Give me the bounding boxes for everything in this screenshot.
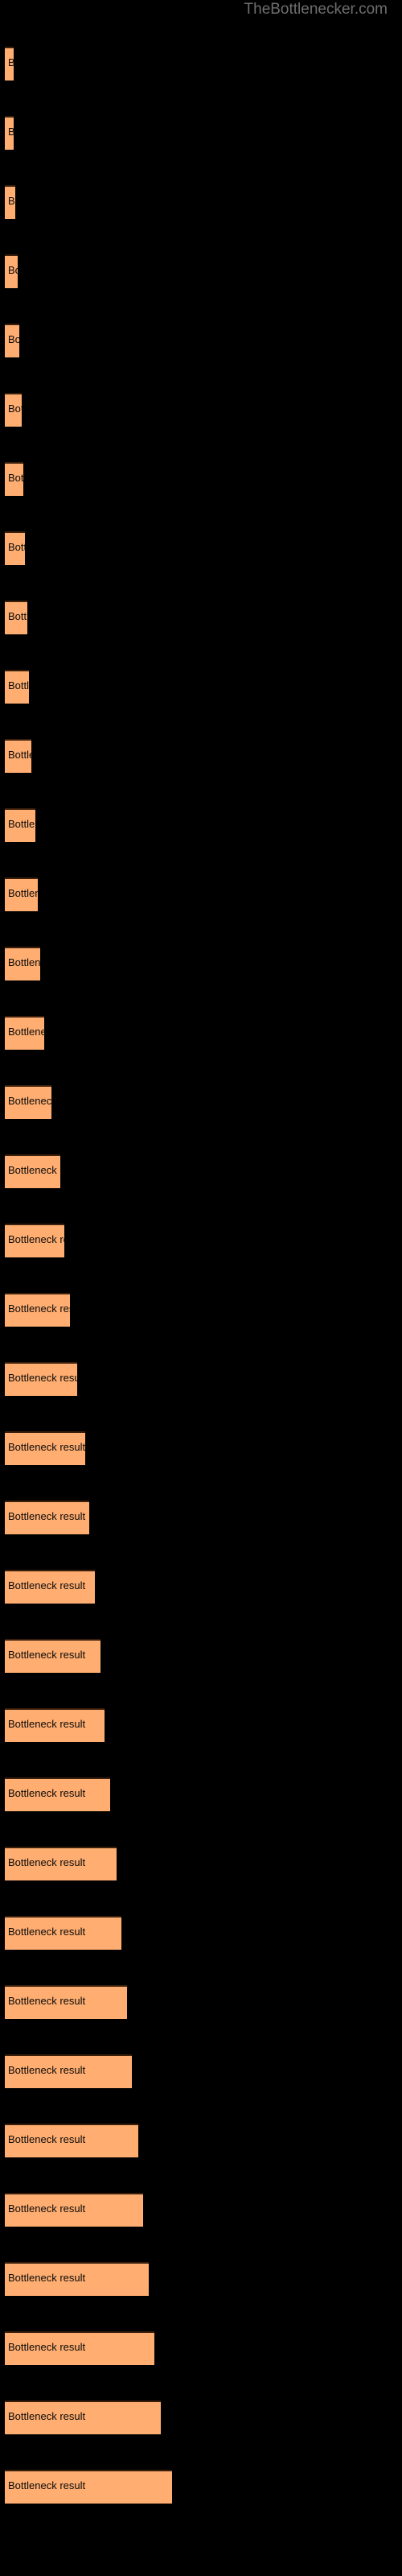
bar[interactable]: Bottleneck result xyxy=(5,1224,64,1257)
bar[interactable]: Bottleneck result xyxy=(5,462,23,496)
bar[interactable]: Bottleneck result xyxy=(5,1639,100,1673)
bar-label: Bottleneck result xyxy=(8,2410,86,2422)
bar-label: Bottleneck result xyxy=(8,125,14,139)
bar[interactable]: Bottleneck result xyxy=(5,1016,44,1050)
bar-label: Bottleneck result xyxy=(8,2479,86,2491)
bar-label: Bottleneck result xyxy=(8,956,40,968)
bar-label: Bottleneck result xyxy=(8,1233,64,1245)
bar-label: Bottleneck result xyxy=(8,1579,86,1591)
bar[interactable]: Bottleneck result xyxy=(5,47,14,80)
bar-label: Bottleneck result xyxy=(8,333,19,345)
bar[interactable]: Bottleneck result xyxy=(5,2262,149,2296)
bar-label: Bottleneck result xyxy=(8,195,15,207)
bar-label: Bottleneck result xyxy=(8,2133,86,2145)
bar[interactable]: Bottleneck result xyxy=(5,531,25,565)
bar[interactable]: Bottleneck result xyxy=(5,1570,95,1604)
bar[interactable]: Bottleneck result xyxy=(5,1985,127,2019)
bar[interactable]: Bottleneck result xyxy=(5,1916,121,1950)
bar-label: Bottleneck result xyxy=(8,2341,86,2353)
bar[interactable]: Bottleneck result xyxy=(5,393,22,427)
bar-series-container: Bottleneck result Bottleneck result Bottle… xyxy=(0,0,402,2576)
bar-label: Bottleneck result xyxy=(8,1510,86,1522)
bar-label: Bottleneck result xyxy=(8,1995,86,2007)
bar-label: Bottleneck result xyxy=(8,1787,86,1799)
bar[interactable]: Bottleneck result xyxy=(5,185,15,219)
bar-label: Bottleneck result xyxy=(8,2202,86,2215)
bar-label: Bottleneck result xyxy=(8,1372,77,1384)
bar-label: Bottleneck result xyxy=(8,472,23,484)
bar-label: Bottleneck result xyxy=(8,1856,86,1868)
bar-label: Bottleneck result xyxy=(8,887,38,899)
bar-label: Bottleneck result xyxy=(8,749,31,761)
bar[interactable]: Bottleneck result xyxy=(5,1431,85,1465)
bar[interactable]: Bottleneck result xyxy=(5,1293,70,1327)
bar[interactable]: Bottleneck result xyxy=(5,877,38,911)
bar[interactable]: Bottleneck result xyxy=(5,2331,154,2365)
bar[interactable]: Bottleneck result xyxy=(5,1501,89,1534)
bar[interactable]: Bottleneck result xyxy=(5,2401,161,2434)
bar-label: Bottleneck result xyxy=(8,264,18,276)
bar[interactable]: Bottleneck result xyxy=(5,2193,143,2227)
bar-label: Bottleneck result xyxy=(8,610,27,622)
bar[interactable]: Bottleneck result xyxy=(5,1847,117,1880)
bar[interactable]: Bottleneck result xyxy=(5,116,14,150)
bar[interactable]: Bottleneck result xyxy=(5,1708,105,1742)
bar-label: Bottleneck result xyxy=(8,818,35,830)
bar-label: Bottleneck result xyxy=(8,541,25,553)
bar-label: Bottleneck result xyxy=(8,1095,51,1107)
bar[interactable]: Bottleneck result xyxy=(5,947,40,980)
bar[interactable]: Bottleneck result xyxy=(5,1154,60,1188)
bar-label: Bottleneck result xyxy=(8,1718,86,1730)
bar[interactable]: Bottleneck result xyxy=(5,2124,138,2157)
bar[interactable]: Bottleneck result xyxy=(5,2470,172,2504)
bar[interactable]: Bottleneck result xyxy=(5,324,19,357)
bar-label: Bottleneck result xyxy=(8,2272,86,2284)
bar-label: Bottleneck result xyxy=(8,56,14,70)
bar[interactable]: Bottleneck result xyxy=(5,601,27,634)
bar-label: Bottleneck result xyxy=(8,1926,86,1938)
bar-label: Bottleneck result xyxy=(8,679,29,691)
bar-label: Bottleneck result xyxy=(8,1441,85,1453)
bar[interactable]: Bottleneck result xyxy=(5,670,29,704)
bar[interactable]: Bottleneck result xyxy=(5,1362,77,1396)
bottleneck-bar-chart: TheBottlenecker.com Bottleneck resultBot… xyxy=(0,0,402,2576)
bar-label: Bottleneck result xyxy=(8,1026,44,1038)
bar[interactable]: Bottleneck result xyxy=(5,739,31,773)
bar[interactable]: Bottleneck result xyxy=(5,1777,110,1811)
bar[interactable]: Bottleneck result xyxy=(5,1085,51,1119)
bar[interactable]: Bottleneck result xyxy=(5,2054,132,2088)
bar-label: Bottleneck result xyxy=(8,2064,86,2076)
bar-label: Bottleneck result xyxy=(8,402,22,415)
bar[interactable]: Bottleneck result xyxy=(5,808,35,842)
bar[interactable]: Bottleneck result xyxy=(5,254,18,288)
bar-label: Bottleneck result xyxy=(8,1164,60,1176)
bar-label: Bottleneck result xyxy=(8,1302,70,1315)
bar-label: Bottleneck result xyxy=(8,1649,86,1661)
